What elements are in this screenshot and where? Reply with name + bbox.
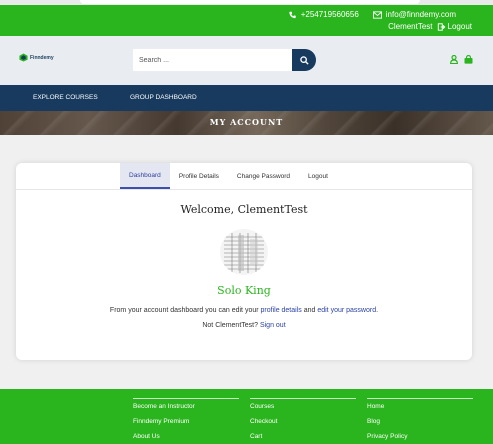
footer-link-become-instructor[interactable]: Become an Instructor [133, 402, 239, 417]
logo-text: Finndemy [30, 54, 54, 61]
logo-icon [19, 53, 28, 62]
edit-password-link[interactable]: edit your password [317, 307, 376, 314]
display-name: Solo King [217, 284, 271, 297]
account-card: Dashboard Profile Details Change Passwor… [16, 163, 472, 360]
not-user-line: Not ClementTest? Sign out [16, 322, 472, 329]
footer-column-3: Home Blog Privacy Policy [367, 398, 473, 444]
cart-icon[interactable] [464, 55, 473, 64]
search-icon [299, 55, 309, 65]
site-footer: Become an Instructor Finndemy Premium Ab… [0, 389, 493, 444]
footer-divider [367, 398, 473, 399]
tab-dashboard[interactable]: Dashboard [120, 163, 170, 189]
sign-out-link[interactable]: Sign out [260, 322, 286, 329]
footer-link-cart[interactable]: Cart [250, 432, 356, 444]
user-icon[interactable] [450, 55, 458, 64]
avatar-image [220, 229, 268, 275]
site-header: Finndemy [0, 36, 493, 85]
dashboard-text-start: From your account dashboard you can edit… [109, 307, 261, 314]
footer-divider [133, 398, 239, 399]
tab-change-password[interactable]: Change Password [228, 163, 299, 189]
dashboard-description: From your account dashboard you can edit… [16, 307, 472, 314]
logout-label: Logout [447, 22, 472, 31]
phone-link[interactable]: +254719560656 [288, 10, 359, 19]
search-input[interactable] [133, 49, 299, 71]
page-banner: MY ACCOUNT [0, 111, 493, 135]
search-button[interactable] [292, 49, 316, 71]
footer-link-blog[interactable]: Blog [367, 417, 473, 432]
search-form [133, 49, 316, 71]
footer-column-1: Become an Instructor Finndemy Premium Ab… [133, 398, 239, 444]
top-contact-bar: +254719560656 info@finndemy.com ClementT… [0, 5, 493, 36]
footer-link-home[interactable]: Home [367, 402, 473, 417]
tab-profile-details[interactable]: Profile Details [170, 163, 228, 189]
footer-link-about-us[interactable]: About Us [133, 432, 239, 444]
site-logo[interactable]: Finndemy [19, 53, 54, 62]
email-address: info@finndemy.com [385, 10, 456, 19]
avatar [220, 229, 268, 275]
footer-link-premium[interactable]: Finndemy Premium [133, 417, 239, 432]
footer-divider [250, 398, 356, 399]
tabs-divider [16, 189, 472, 190]
footer-link-privacy-policy[interactable]: Privacy Policy [367, 432, 473, 444]
envelope-icon [372, 10, 382, 19]
welcome-heading: Welcome, ClementTest [180, 203, 308, 216]
nav-explore-courses[interactable]: EXPLORE COURSES [33, 94, 98, 101]
email-link[interactable]: info@finndemy.com [372, 10, 456, 19]
page-title: MY ACCOUNT [209, 117, 284, 127]
tab-logout[interactable]: Logout [299, 163, 337, 189]
phone-icon [289, 11, 296, 18]
logout-icon [437, 22, 445, 31]
footer-column-2: Courses Checkout Cart [250, 398, 356, 444]
logout-link[interactable]: Logout [437, 22, 472, 31]
footer-link-checkout[interactable]: Checkout [250, 417, 356, 432]
main-nav: EXPLORE COURSES GROUP DASHBOARD [0, 85, 493, 111]
dashboard-text-mid: and [301, 307, 318, 314]
address-bar[interactable] [80, 0, 420, 4]
nav-group-dashboard[interactable]: GROUP DASHBOARD [130, 94, 197, 101]
dashboard-text-end: . [376, 307, 379, 314]
footer-link-courses[interactable]: Courses [250, 402, 356, 417]
profile-details-link[interactable]: profile details [261, 307, 302, 314]
account-tabs: Dashboard Profile Details Change Passwor… [120, 163, 337, 189]
not-user-text: Not ClementTest? [202, 322, 260, 329]
phone-number: +254719560656 [300, 10, 359, 19]
username-link[interactable]: ClementTest [388, 22, 432, 31]
